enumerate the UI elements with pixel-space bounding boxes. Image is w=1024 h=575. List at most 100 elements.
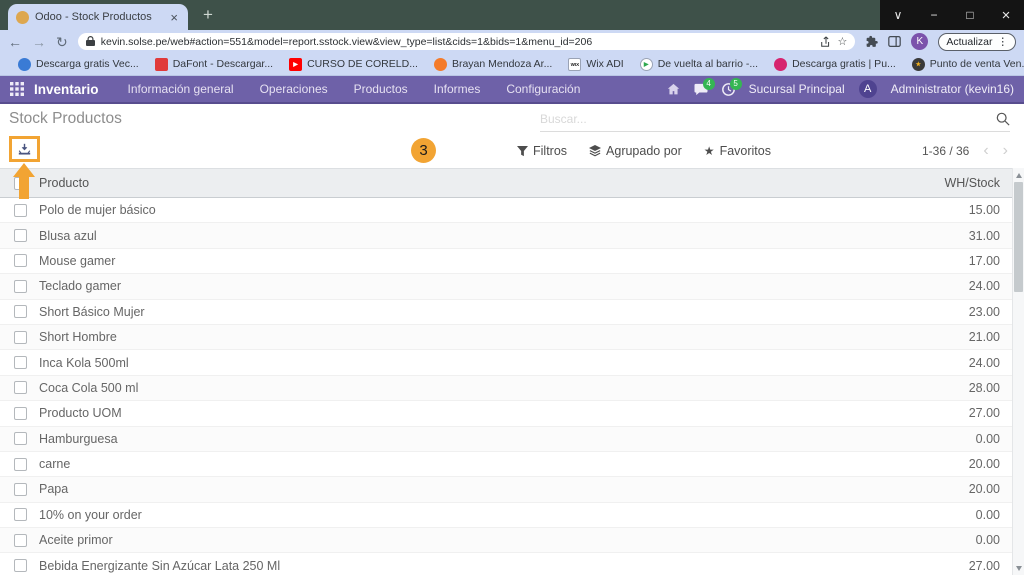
menu-configuracion[interactable]: Configuración xyxy=(495,82,591,96)
cell-producto[interactable]: Producto UOM xyxy=(39,406,969,420)
cell-producto[interactable]: Aceite primor xyxy=(39,533,976,547)
cell-producto[interactable]: Blusa azul xyxy=(39,229,969,243)
table-row[interactable]: Short Básico Mujer 23.00 xyxy=(0,299,1024,325)
row-checkbox[interactable] xyxy=(14,381,27,395)
new-tab-button[interactable]: + xyxy=(196,3,220,27)
table-row[interactable]: Aceite primor 0.00 xyxy=(0,528,1024,554)
browser-tab-bar: Odoo - Stock Productos × + ∨ − □ × xyxy=(0,0,1024,30)
cell-producto[interactable]: 10% on your order xyxy=(39,508,976,522)
group-by-button[interactable]: Agrupado por xyxy=(589,144,682,158)
bookmark-item[interactable]: ▶ CURSO DE CORELD... xyxy=(281,57,426,71)
cell-producto[interactable]: Short Básico Mujer xyxy=(39,305,969,319)
scrollbar-thumb[interactable] xyxy=(1014,182,1023,292)
side-panel-icon[interactable] xyxy=(888,35,902,48)
table-row[interactable]: Coca Cola 500 ml 28.00 xyxy=(0,375,1024,402)
company-selector[interactable]: Sucursal Principal xyxy=(749,82,845,96)
bookmark-item[interactable]: Descarga gratis Vec... xyxy=(10,57,147,71)
table-row[interactable]: Inca Kola 500ml 24.00 xyxy=(0,350,1024,376)
favorites-button[interactable]: ★ Favoritos xyxy=(704,144,771,158)
table-row[interactable]: Polo de mujer básico 15.00 xyxy=(0,198,1024,224)
row-checkbox[interactable] xyxy=(14,533,27,547)
cell-producto[interactable]: Short Hombre xyxy=(39,330,969,344)
cell-producto[interactable]: Bebida Energizante Sin Azúcar Lata 250 M… xyxy=(39,559,969,573)
chrome-menu-icon[interactable]: ⋮ xyxy=(998,36,1009,48)
menu-productos[interactable]: Productos xyxy=(343,82,419,96)
restore-icon[interactable]: □ xyxy=(952,0,988,30)
row-checkbox[interactable] xyxy=(14,508,27,522)
extensions-puzzle-icon[interactable] xyxy=(865,35,879,48)
address-bar[interactable]: kevin.solse.pe/web#action=551&model=repo… xyxy=(77,33,856,50)
pager-prev-icon[interactable]: ‹ xyxy=(983,143,988,159)
menu-informes[interactable]: Informes xyxy=(423,82,492,96)
bookmark-item[interactable]: Descarga gratis | Pu... xyxy=(766,57,904,71)
row-checkbox[interactable] xyxy=(14,482,27,496)
scroll-up-icon[interactable] xyxy=(1013,169,1024,181)
profile-avatar[interactable]: K xyxy=(911,33,929,50)
table-row[interactable]: Short Hombre 21.00 xyxy=(0,324,1024,351)
forward-icon[interactable]: → xyxy=(32,35,46,49)
row-checkbox[interactable] xyxy=(14,203,27,217)
messages-button[interactable]: 4 xyxy=(694,77,715,96)
column-header-producto[interactable]: Producto xyxy=(39,176,944,190)
table-row[interactable]: Blusa azul 31.00 xyxy=(0,223,1024,249)
filters-button[interactable]: Filtros xyxy=(517,144,567,158)
minimize-icon[interactable]: − xyxy=(916,0,952,30)
table-header-row: Producto WH/Stock xyxy=(0,168,1024,198)
bookmark-star-icon[interactable]: ☆ xyxy=(838,35,848,48)
bookmark-item[interactable]: WIX Wix ADI xyxy=(560,57,631,71)
bookmark-item[interactable]: ★ Punto de venta Ven... xyxy=(904,57,1024,71)
menu-informacion-general[interactable]: Información general xyxy=(117,82,245,96)
actualizar-button[interactable]: Actualizar ⋮ xyxy=(938,32,1016,51)
bookmark-item[interactable]: ▶ De vuelta al barrio -... xyxy=(632,57,766,71)
row-checkbox[interactable] xyxy=(14,356,27,370)
bookmark-item[interactable]: DaFont - Descargar... xyxy=(147,57,281,71)
browser-tab[interactable]: Odoo - Stock Productos × xyxy=(8,4,188,30)
menu-operaciones[interactable]: Operaciones xyxy=(249,82,339,96)
share-icon[interactable] xyxy=(820,35,832,48)
row-checkbox[interactable] xyxy=(14,305,27,319)
apps-grid-icon[interactable] xyxy=(10,82,24,96)
cell-producto[interactable]: Hamburguesa xyxy=(39,432,976,446)
table-row[interactable]: Mouse gamer 17.00 xyxy=(0,248,1024,275)
table-row[interactable]: Teclado gamer 24.00 xyxy=(0,274,1024,300)
bookmark-item[interactable]: Brayan Mendoza Ar... xyxy=(426,57,560,71)
activities-button[interactable]: 5 xyxy=(721,77,742,96)
cell-producto[interactable]: Papa xyxy=(39,482,969,496)
cell-producto[interactable]: carne xyxy=(39,457,969,471)
cell-producto[interactable]: Inca Kola 500ml xyxy=(39,356,969,370)
column-header-wh-stock[interactable]: WH/Stock xyxy=(944,176,1000,190)
search-input[interactable]: Buscar... xyxy=(540,107,1010,132)
tab-search-icon[interactable]: ∨ xyxy=(880,0,916,30)
table-row[interactable]: carne 20.00 xyxy=(0,451,1024,478)
back-icon[interactable]: ← xyxy=(8,35,22,49)
row-checkbox[interactable] xyxy=(14,559,27,573)
table-row[interactable]: Hamburguesa 0.00 xyxy=(0,426,1024,452)
pager-next-icon[interactable]: › xyxy=(1003,143,1008,159)
close-icon[interactable]: × xyxy=(988,0,1024,30)
cell-producto[interactable]: Coca Cola 500 ml xyxy=(39,381,969,395)
export-button[interactable] xyxy=(9,136,40,162)
scroll-down-icon[interactable] xyxy=(1013,562,1024,574)
vertical-scrollbar[interactable] xyxy=(1012,168,1024,575)
row-checkbox[interactable] xyxy=(14,406,27,420)
table-row[interactable]: 10% on your order 0.00 xyxy=(0,502,1024,529)
tab-close-icon[interactable]: × xyxy=(168,10,180,25)
row-checkbox[interactable] xyxy=(14,330,27,344)
row-checkbox[interactable] xyxy=(14,432,27,446)
row-checkbox[interactable] xyxy=(14,254,27,268)
home-icon[interactable] xyxy=(667,83,680,96)
row-checkbox[interactable] xyxy=(14,279,27,293)
row-checkbox[interactable] xyxy=(14,457,27,471)
cell-producto[interactable]: Teclado gamer xyxy=(39,279,969,293)
search-icon[interactable] xyxy=(996,112,1010,126)
table-row[interactable]: Papa 20.00 xyxy=(0,477,1024,503)
reload-icon[interactable]: ↻ xyxy=(56,35,68,49)
user-avatar[interactable]: A xyxy=(858,80,877,98)
table-row[interactable]: Bebida Energizante Sin Azúcar Lata 250 M… xyxy=(0,553,1024,575)
table-row[interactable]: Producto UOM 27.00 xyxy=(0,401,1024,427)
cell-producto[interactable]: Polo de mujer básico xyxy=(39,203,969,217)
user-menu[interactable]: Administrator (kevin16) xyxy=(891,82,1014,96)
cell-producto[interactable]: Mouse gamer xyxy=(39,254,969,268)
row-checkbox[interactable] xyxy=(14,229,27,243)
app-name[interactable]: Inventario xyxy=(34,82,99,97)
